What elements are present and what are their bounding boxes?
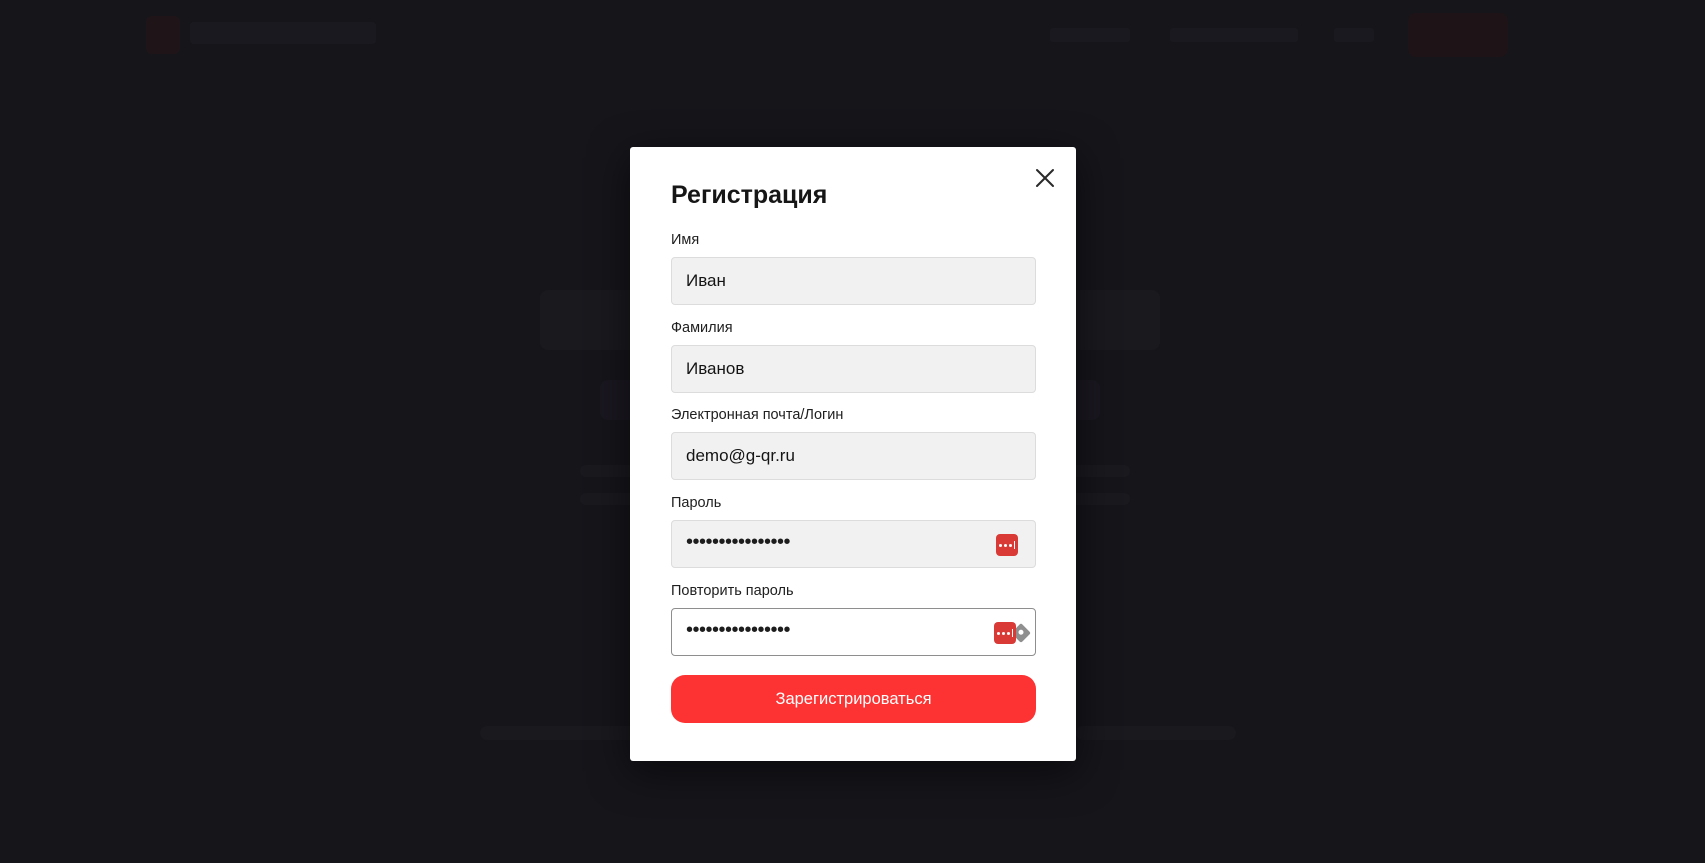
email-field: Электронная почта/Логин demo@g-qr.ru xyxy=(671,406,1036,480)
modal-title: Регистрация xyxy=(671,181,828,209)
close-icon xyxy=(1036,169,1054,187)
email-input[interactable]: demo@g-qr.ru xyxy=(671,432,1036,480)
confirm-password-label: Повторить пароль xyxy=(671,583,794,599)
confirm-password-input[interactable]: •••••••••••••••• xyxy=(671,608,1036,656)
last-name-label: Фамилия xyxy=(671,320,733,336)
email-value: demo@g-qr.ru xyxy=(686,446,795,465)
password-input[interactable]: •••••••••••••••• xyxy=(671,520,1036,568)
password-label: Пароль xyxy=(671,495,722,511)
first-name-value: Иван xyxy=(686,271,726,290)
email-label: Электронная почта/Логин xyxy=(671,407,844,423)
page: Регистрация Имя Иван Фамилия Иванов Элек… xyxy=(0,0,1705,863)
first-name-input[interactable]: Иван xyxy=(671,257,1036,305)
last-name-input[interactable]: Иванов xyxy=(671,345,1036,393)
first-name-field: Имя Иван xyxy=(671,231,1036,305)
register-button[interactable]: Зарегистрироваться xyxy=(671,675,1036,723)
last-name-field: Фамилия Иванов xyxy=(671,319,1036,393)
confirm-password-value: •••••••••••••••• xyxy=(686,620,791,640)
password-key-icon[interactable] xyxy=(994,622,1016,644)
close-button[interactable] xyxy=(1032,165,1058,191)
first-name-label: Имя xyxy=(671,232,700,248)
password-field: Пароль •••••••••••••••• xyxy=(671,494,1036,568)
registration-modal: Регистрация Имя Иван Фамилия Иванов Элек… xyxy=(630,147,1076,761)
last-name-value: Иванов xyxy=(686,359,745,378)
password-value: •••••••••••••••• xyxy=(686,532,791,552)
password-key-icon[interactable] xyxy=(996,534,1018,556)
confirm-password-field: Повторить пароль •••••••••••••••• xyxy=(671,582,1036,656)
